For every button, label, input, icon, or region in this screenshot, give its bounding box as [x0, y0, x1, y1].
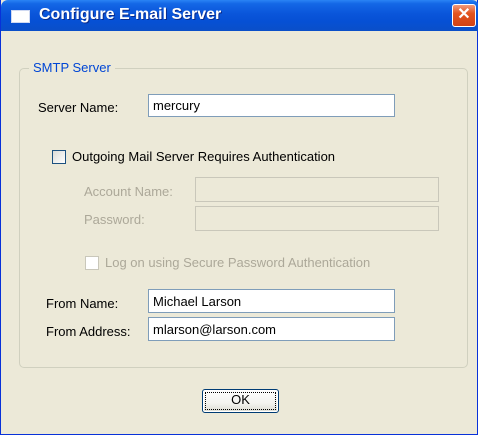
spa-checkbox[interactable]: [85, 256, 99, 270]
spa-label[interactable]: Log on using Secure Password Authenticat…: [105, 255, 370, 270]
from-address-input[interactable]: [148, 317, 395, 341]
close-icon: ✕: [457, 6, 471, 23]
window-icon: [11, 10, 30, 23]
from-name-input[interactable]: [148, 289, 395, 313]
server-name-label: Server Name:: [38, 100, 119, 115]
account-name-input[interactable]: [195, 177, 439, 202]
auth-checkbox[interactable]: [52, 150, 66, 164]
from-name-label: From Name:: [46, 296, 119, 311]
window-title: Configure E-mail Server: [39, 6, 222, 23]
auth-label[interactable]: Outgoing Mail Server Requires Authentica…: [72, 149, 335, 164]
password-label: Password:: [84, 212, 145, 227]
password-input[interactable]: [195, 206, 439, 231]
account-name-label: Account Name:: [84, 184, 173, 199]
ok-focus-rect: [205, 392, 276, 410]
server-name-input[interactable]: [148, 94, 395, 117]
title-bar[interactable]: Configure E-mail Server ✕: [1, 0, 478, 31]
from-address-label: From Address:: [46, 324, 131, 339]
smtp-server-group-title: SMTP Server: [29, 60, 115, 75]
configure-email-server-dialog: Configure E-mail Server ✕ SMTP Server Se…: [0, 0, 478, 435]
close-button[interactable]: ✕: [452, 4, 476, 27]
